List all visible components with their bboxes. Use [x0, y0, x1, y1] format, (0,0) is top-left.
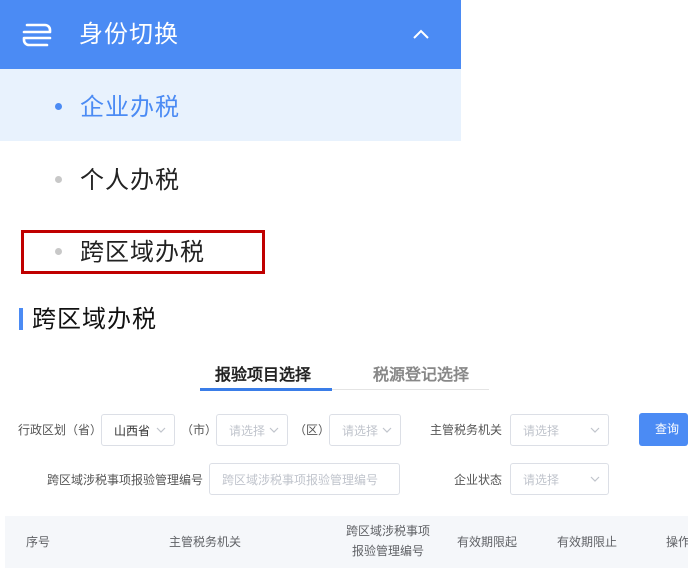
district-label: （区） [294, 423, 331, 437]
chevron-down-icon [382, 427, 392, 433]
chevron-up-icon[interactable] [412, 28, 430, 40]
menu-item-enterprise-tax[interactable]: 企业办税 [0, 69, 461, 141]
tax-authority-select-placeholder: 请选择 [523, 424, 560, 438]
query-button[interactable]: 查询 [639, 413, 688, 446]
tax-authority-select[interactable]: 请选择 [510, 414, 609, 446]
swap-arrows-icon [22, 23, 52, 47]
column-header-index: 序号 [26, 535, 51, 549]
header-title: 身份切换 [79, 20, 179, 48]
chevron-down-icon [590, 427, 600, 433]
city-label: （市） [181, 423, 218, 437]
active-tab-indicator [200, 388, 332, 391]
permit-no-input[interactable]: 跨区域涉税事项报验管理编号 [209, 463, 400, 495]
column-header-permit-line1: 跨区域涉税事项 [346, 524, 431, 538]
enterprise-status-label: 企业状态 [454, 473, 503, 487]
menu-item-personal-tax[interactable]: 个人办税 [0, 142, 461, 214]
permit-no-placeholder: 跨区域涉税事项报验管理编号 [222, 473, 379, 487]
table-header: 序号 主管税务机关 跨区域涉税事项 报验管理编号 有效期限起 有效期限止 操作 [5, 516, 688, 568]
tab-tax-source-registration[interactable]: 税源登记选择 [373, 362, 469, 388]
chevron-down-icon [590, 476, 600, 482]
tab-inspection-project[interactable]: 报验项目选择 [215, 362, 311, 388]
bullet-icon [55, 103, 62, 110]
enterprise-status-select[interactable]: 请选择 [510, 463, 609, 495]
column-header-actions: 操作 [666, 535, 688, 549]
highlight-box [21, 230, 265, 274]
city-select-placeholder: 请选择 [229, 424, 266, 438]
permit-no-label: 跨区域涉税事项报验管理编号 [47, 473, 204, 487]
column-header-tax-authority: 主管税务机关 [169, 535, 242, 549]
enterprise-status-placeholder: 请选择 [523, 473, 560, 487]
chevron-down-icon [269, 427, 279, 433]
city-select[interactable]: 请选择 [216, 414, 288, 446]
menu-item-label: 企业办税 [80, 93, 180, 121]
column-header-permit-line2: 报验管理编号 [352, 544, 425, 558]
district-select[interactable]: 请选择 [329, 414, 401, 446]
menu-item-label: 个人办税 [80, 166, 180, 194]
column-header-valid-from: 有效期限起 [457, 535, 518, 549]
province-select[interactable]: 山西省 [101, 414, 175, 446]
section-accent-bar [19, 308, 23, 330]
tax-authority-label: 主管税务机关 [430, 423, 503, 437]
column-header-valid-to: 有效期限止 [557, 535, 618, 549]
region-province-label: 行政区划（省） [18, 423, 103, 437]
district-select-placeholder: 请选择 [342, 424, 379, 438]
bullet-icon [55, 176, 62, 183]
section-title: 跨区域办税 [32, 305, 157, 333]
identity-switch-header[interactable]: 身份切换 [0, 0, 461, 69]
province-select-value: 山西省 [114, 424, 151, 438]
chevron-down-icon [156, 427, 166, 433]
